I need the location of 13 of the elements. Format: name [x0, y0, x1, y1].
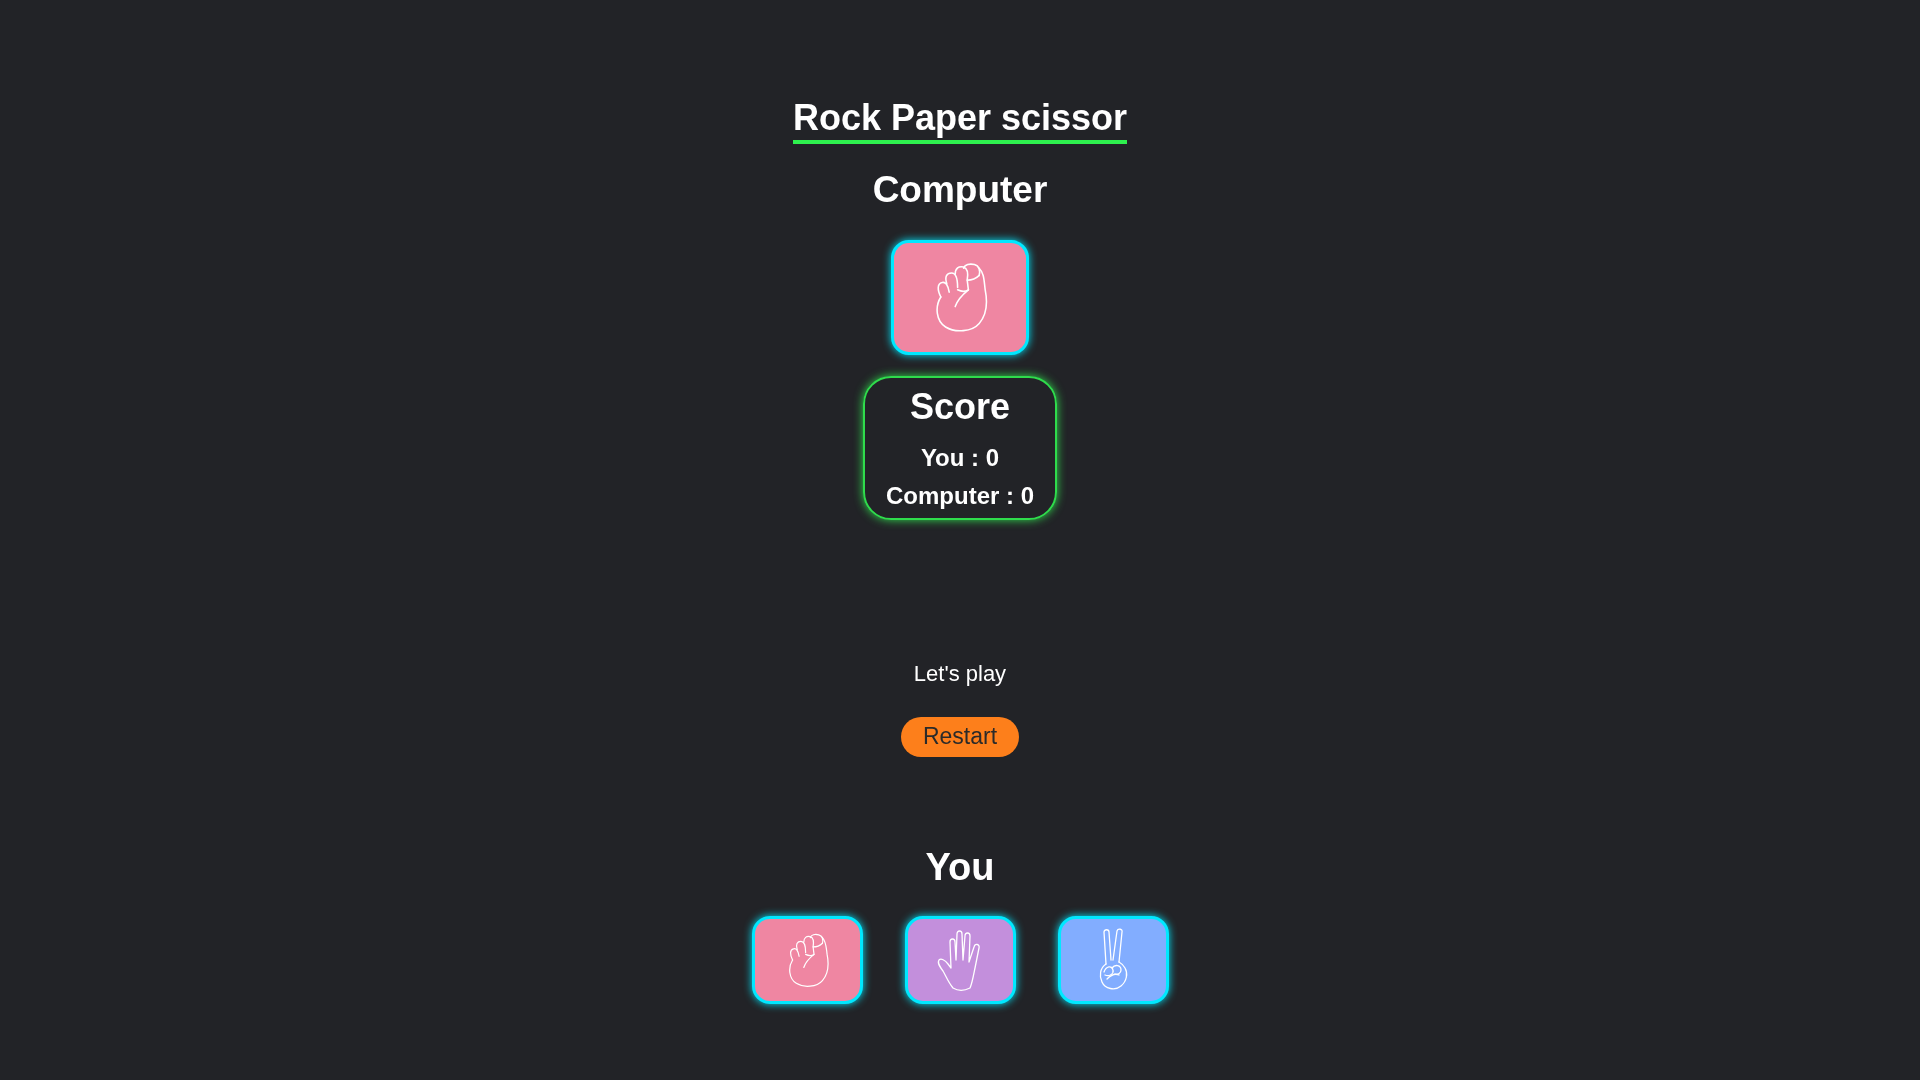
restart-button[interactable]: Restart	[901, 716, 1019, 757]
choice-button[interactable]	[1057, 915, 1169, 1004]
hand-icon	[937, 928, 983, 991]
status-message: Let's play	[913, 660, 1007, 687]
score-text: You : 0	[920, 442, 1000, 473]
player-heading: You	[925, 844, 995, 890]
computer-heading: Computer	[872, 168, 1048, 213]
choice-button[interactable]	[904, 915, 1016, 1004]
score-heading: Score	[909, 384, 1011, 428]
choice-button[interactable]	[751, 915, 863, 1004]
two-finger-hand-icon	[1097, 927, 1129, 992]
score-text: Computer : 0	[886, 480, 1034, 511]
page-title: Rock Paper scissor	[792, 96, 1128, 145]
